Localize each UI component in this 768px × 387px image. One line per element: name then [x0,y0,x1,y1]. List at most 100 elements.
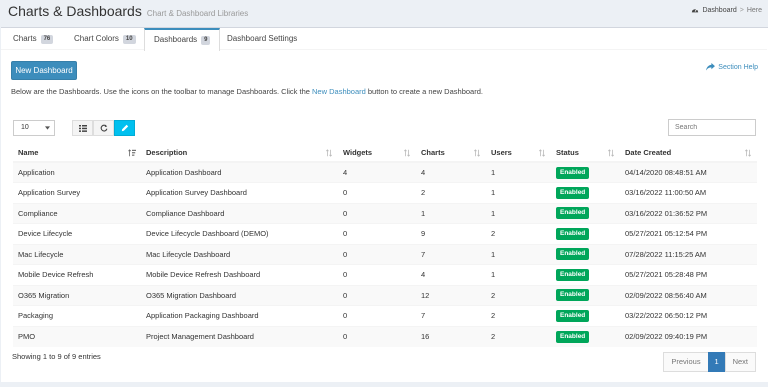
table-row[interactable]: Compliance Compliance Dashboard 0 1 1 En… [13,202,757,224]
cell-date-created: 03/16/2022 11:00:50 AM [620,182,757,203]
edit-button[interactable] [114,120,135,136]
breadcrumb: Dashboard > Here [691,6,762,14]
status-badge: Enabled [556,186,590,199]
table-row[interactable]: O365 Migration O365 Migration Dashboard … [13,284,757,306]
cell-charts: 7 [416,243,486,265]
status-badge: Enabled [556,268,590,281]
status-badge: Enabled [556,248,590,261]
cell-description: Application Packaging Dashboard [141,305,338,326]
cell-description: Mobile Device Refresh Dashboard [141,264,338,285]
table-row[interactable]: Mac Lifecycle Mac Lifecycle Dashboard 0 … [13,243,757,265]
sort-icon [538,149,546,157]
cell-charts: 4 [416,264,486,285]
page-1-button[interactable]: 1 [707,352,726,372]
page-header: Charts & Dashboards Chart & Dashboard Lib… [0,0,768,22]
cell-charts: 12 [416,284,486,306]
cell-widgets: 0 [338,223,416,244]
dashboards-table: Name Description Widgets Charts Users St… [13,144,757,347]
cell-description: Device Lifecycle Dashboard (DEMO) [141,223,338,244]
cell-name: PMO [13,325,141,347]
column-header-date-created-label: Date Created [625,148,672,157]
cell-widgets: 4 [338,161,416,183]
column-header-users[interactable]: Users [486,144,551,163]
tab-chart-colors[interactable]: Chart Colors 10 [74,28,136,50]
cell-name: Application Survey [13,182,141,203]
page-subtitle: Chart & Dashboard Libraries [146,9,249,18]
table-info: Showing 1 to 9 of 9 entries [12,352,101,361]
tab-bar: Charts 76 Chart Colors 10 Dashboards 9 Dash… [1,28,767,51]
cell-charts: 1 [416,202,486,224]
cell-name: Packaging [13,305,141,326]
cell-charts: 2 [416,182,486,203]
cell-charts: 7 [416,305,486,326]
column-header-users-label: Users [491,148,512,157]
table-row[interactable]: Packaging Application Packaging Dashboar… [13,305,757,326]
cell-charts: 4 [416,161,486,183]
column-header-date-created[interactable]: Date Created [620,144,757,163]
chevron-down-icon [45,126,50,130]
cell-date-created: 03/22/2022 06:50:12 PM [620,305,757,326]
previous-page-button[interactable]: Previous [663,352,709,372]
list-icon [78,124,87,132]
sort-icon [607,149,615,157]
new-dashboard-button[interactable]: New Dashboard [11,61,77,80]
cell-users: 1 [486,182,551,203]
search-input[interactable] [668,119,756,136]
cell-date-created: 05/27/2021 05:12:54 PM [620,223,757,244]
cell-widgets: 0 [338,202,416,224]
table-row[interactable]: Application Survey Application Survey Da… [13,182,757,203]
cell-name: Mac Lifecycle [13,243,141,265]
table-row[interactable]: Device Lifecycle Device Lifecycle Dashbo… [13,223,757,244]
cell-users: 2 [486,284,551,306]
cell-name: Compliance [13,202,141,224]
section-help-label: Section Help [718,63,758,71]
cell-description: Application Dashboard [141,161,338,183]
cell-users: 1 [486,202,551,224]
status-badge: Enabled [556,330,590,343]
sort-icon [473,149,481,157]
table-row[interactable]: Application Application Dashboard 4 4 1 … [13,161,757,183]
section-help-link[interactable]: Section Help [706,63,758,71]
cell-widgets: 0 [338,264,416,285]
cell-description: Mac Lifecycle Dashboard [141,243,338,265]
column-header-status[interactable]: Status [551,144,620,163]
column-header-name[interactable]: Name [13,144,141,163]
tab-dashboard-settings[interactable]: Dashboard Settings [227,28,297,50]
cell-users: 1 [486,161,551,183]
column-header-charts[interactable]: Charts [416,144,486,163]
sort-icon [325,149,333,157]
cell-description: O365 Migration Dashboard [141,284,338,306]
status-badge: Enabled [556,166,590,179]
refresh-button[interactable] [93,120,114,136]
breadcrumb-dashboard-link[interactable]: Dashboard [702,7,736,14]
cell-date-created: 02/09/2022 09:40:19 PM [620,325,757,347]
tab-charts[interactable]: Charts 76 [13,28,54,50]
cell-status: Enabled [551,305,620,326]
cell-status: Enabled [551,161,620,183]
column-header-description-label: Description [146,148,188,157]
intro-new-dashboard-link[interactable]: New Dashboard [312,87,366,96]
list-view-button[interactable] [72,120,93,136]
table-row[interactable]: Mobile Device Refresh Mobile Device Refr… [13,264,757,285]
tab-dashboards-label: Dashboards [154,35,198,44]
cell-name: Application [13,161,141,183]
column-header-status-label: Status [556,148,579,157]
sort-icon [403,149,411,157]
column-header-widgets[interactable]: Widgets [338,144,416,163]
next-page-button[interactable]: Next [724,352,756,372]
intro-text: Below are the Dashboards. Use the icons … [11,87,483,96]
share-icon [706,63,716,71]
column-header-charts-label: Charts [421,148,445,157]
sort-asc-icon [128,149,136,157]
cell-date-created: 07/28/2022 11:15:25 AM [620,243,757,265]
column-header-description[interactable]: Description [141,144,338,163]
tab-charts-count: 76 [40,35,54,44]
pagination: Previous 1 Next [663,352,756,372]
cell-charts: 16 [416,325,486,347]
cell-date-created: 03/16/2022 01:36:52 PM [620,202,757,224]
tab-dashboards[interactable]: Dashboards 9 [144,28,221,51]
table-row[interactable]: PMO Project Management Dashboard 0 16 2 … [13,325,757,347]
page-title-text: Charts & Dashboards [8,3,142,19]
cell-widgets: 0 [338,284,416,306]
page-size-select[interactable]: 10 [13,120,55,136]
